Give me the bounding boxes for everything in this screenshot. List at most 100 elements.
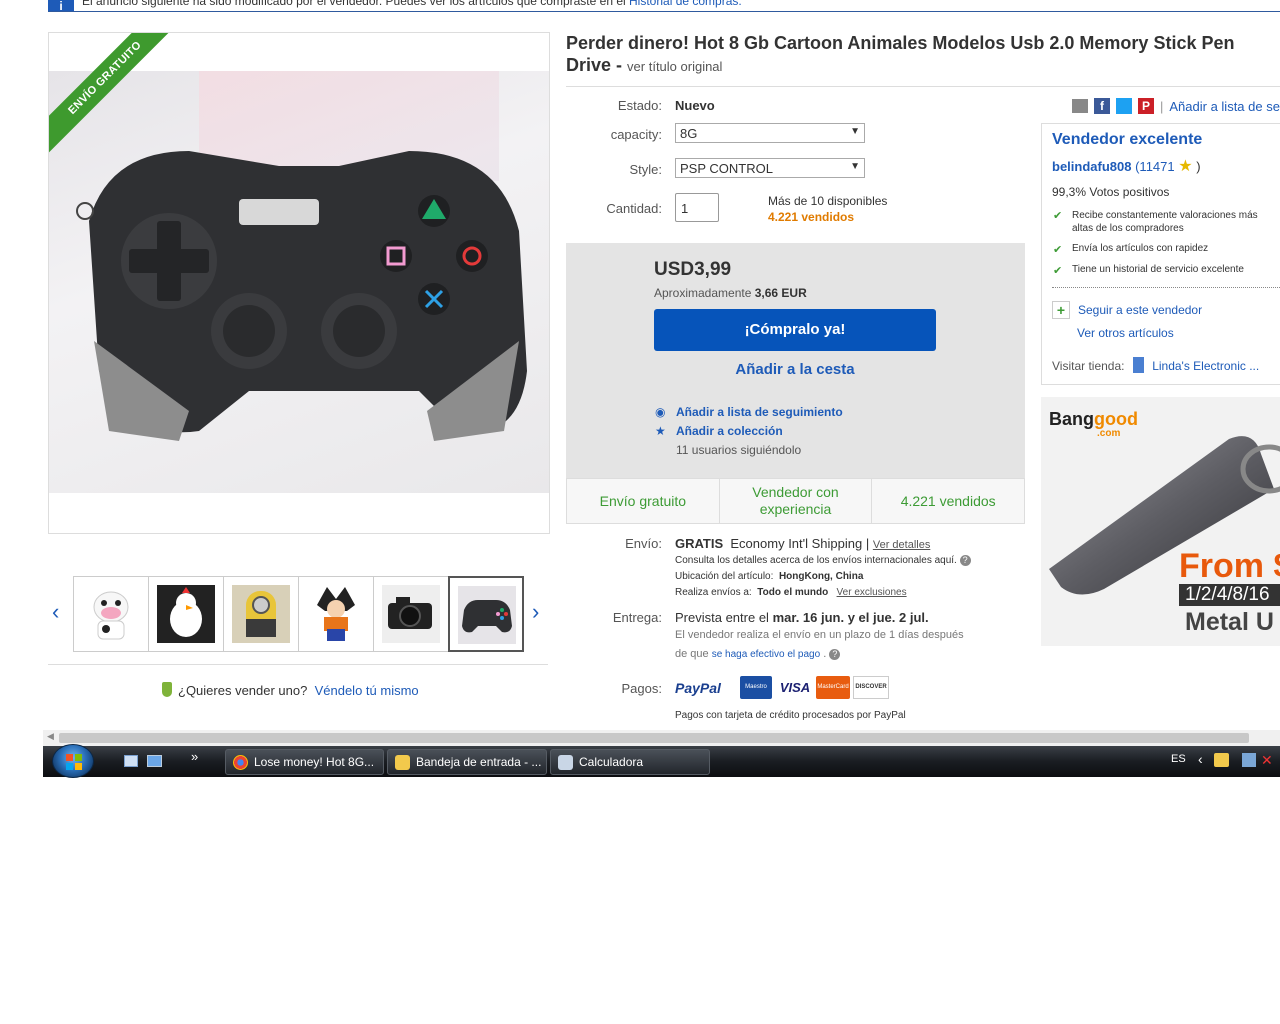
shipping-summary: GRATIS Economy Int'l Shipping | Ver deta… bbox=[675, 536, 931, 551]
feedback-star-icon: ★ bbox=[1178, 158, 1193, 175]
shipping-details-link[interactable]: Ver detalles bbox=[873, 539, 930, 551]
volume-muted-icon[interactable]: ✕ bbox=[1261, 752, 1273, 769]
seller-point: Envía los artículos con rapidez bbox=[1072, 243, 1209, 254]
camera-thumbnail-image bbox=[382, 585, 440, 643]
divider bbox=[48, 664, 548, 665]
tray-expand-icon[interactable]: ‹ bbox=[1198, 751, 1203, 767]
payment-effective-link[interactable]: se haga efectivo el pago bbox=[712, 649, 820, 660]
start-button[interactable] bbox=[52, 744, 94, 778]
check-icon: ✔ bbox=[1053, 244, 1063, 256]
maestro-icon: Maestro bbox=[740, 676, 772, 699]
thumbnail-chicken[interactable] bbox=[148, 576, 224, 652]
feedback-score-link[interactable]: (11471 bbox=[1135, 159, 1175, 174]
thumbnail-minion[interactable] bbox=[223, 576, 299, 652]
seller-point: Tiene un historial de servicio excelente bbox=[1072, 264, 1244, 275]
thumb-next-icon[interactable]: › bbox=[532, 601, 539, 623]
notice-text: El anuncio siguiente ha sido modificado … bbox=[82, 0, 742, 8]
purchase-history-link[interactable]: Historial de compras. bbox=[629, 0, 742, 8]
thumbnail-controller[interactable] bbox=[448, 576, 524, 652]
cow-thumbnail-image bbox=[93, 591, 129, 640]
product-photo bbox=[49, 71, 549, 493]
switch-windows-icon[interactable] bbox=[147, 755, 162, 767]
price: USD3,99 bbox=[654, 259, 732, 280]
quantity-input[interactable]: 1 bbox=[675, 193, 719, 222]
horizontal-scrollbar[interactable]: ◀ bbox=[43, 730, 1280, 746]
watchers-count: 11 usuarios siguiéndolo bbox=[676, 443, 802, 457]
discover-icon: DISCOVER bbox=[853, 676, 889, 699]
condition-label: Estado: bbox=[617, 98, 662, 113]
language-indicator[interactable]: ES bbox=[1171, 753, 1186, 765]
intl-shipping-note: Consulta los detalles acerca de los enví… bbox=[675, 555, 971, 566]
facebook-icon[interactable]: f bbox=[1094, 98, 1110, 114]
sell-yourself-link[interactable]: Véndelo tú mismo bbox=[315, 683, 419, 698]
highlights-bar: Envío gratuito Vendedor con experiencia … bbox=[566, 478, 1025, 524]
divider bbox=[566, 86, 1280, 87]
style-label: Style: bbox=[629, 162, 662, 177]
thumbnail-goku[interactable] bbox=[298, 576, 374, 652]
pinterest-icon[interactable]: P bbox=[1138, 98, 1154, 114]
help-icon[interactable]: ? bbox=[959, 555, 971, 566]
store-icon bbox=[1132, 357, 1144, 373]
calculator-icon bbox=[558, 755, 573, 770]
task-inbox[interactable]: Bandeja de entrada - ... bbox=[387, 749, 547, 775]
positive-feedback: 99,3% Votos positivos bbox=[1052, 185, 1170, 199]
quantity-label: Cantidad: bbox=[606, 201, 662, 216]
add-to-watchlist-link[interactable]: Añadir a lista de seguimiento bbox=[676, 405, 843, 419]
item-location: Ubicación del artículo: HongKong, China bbox=[675, 571, 864, 582]
chicken-thumbnail-image bbox=[157, 585, 215, 643]
ad-metal: Metal U bbox=[1185, 608, 1274, 636]
ships-to: Realiza envíos a: Todo el mundo Ver excl… bbox=[675, 587, 907, 598]
paypal-logo: PayPal bbox=[675, 680, 721, 696]
badge-experienced-seller: Vendedor con experiencia bbox=[720, 479, 873, 523]
mail-icon bbox=[395, 755, 410, 770]
ad-sizes: 1/2/4/8/16 bbox=[1179, 584, 1280, 606]
network-icon[interactable] bbox=[1242, 753, 1256, 767]
thumbnail-camera[interactable] bbox=[373, 576, 449, 652]
follow-plus-icon[interactable]: + bbox=[1052, 301, 1070, 319]
condition-value: Nuevo bbox=[675, 98, 715, 113]
banggood-ad[interactable]: Banggood .com From $2 1/2/4/8/16 Metal U bbox=[1041, 397, 1280, 646]
quicklaunch-overflow-icon[interactable]: » bbox=[191, 749, 198, 764]
price-tag-icon bbox=[162, 682, 172, 697]
divider bbox=[1052, 287, 1280, 288]
check-icon: ✔ bbox=[1053, 265, 1063, 277]
email-icon[interactable] bbox=[1072, 99, 1088, 113]
windows-logo-icon bbox=[66, 754, 82, 770]
add-to-watchlist-top-link[interactable]: Añadir a lista de se bbox=[1169, 99, 1280, 114]
scroll-left-icon[interactable]: ◀ bbox=[47, 731, 54, 742]
seller-name-link[interactable]: belindafu808 bbox=[1052, 159, 1131, 174]
buy-now-button[interactable]: ¡Cómpralo ya! bbox=[654, 309, 936, 351]
chrome-icon bbox=[233, 755, 248, 770]
twitter-icon[interactable] bbox=[1116, 98, 1132, 114]
add-to-cart-button[interactable]: Añadir a la cesta bbox=[654, 361, 936, 378]
show-desktop-icon[interactable] bbox=[124, 755, 138, 767]
scrollbar-thumb[interactable] bbox=[59, 733, 1249, 743]
exclusions-link[interactable]: Ver exclusiones bbox=[837, 587, 907, 598]
capacity-select[interactable]: 8G ▼ bbox=[675, 123, 865, 143]
store-link[interactable]: Linda's Electronic ... bbox=[1152, 359, 1259, 373]
tray-mail-icon[interactable] bbox=[1214, 753, 1229, 767]
style-select[interactable]: PSP CONTROL ▼ bbox=[675, 158, 865, 178]
availability-text: Más de 10 disponibles bbox=[768, 194, 888, 208]
dispatch-note: El vendedor realiza el envío en un plazo… bbox=[675, 629, 964, 641]
dropdown-arrow-icon: ▼ bbox=[850, 161, 860, 172]
thumbnail-cow[interactable] bbox=[73, 576, 149, 652]
share-bar: f P | Añadir a lista de se bbox=[1072, 98, 1280, 114]
payment-note: de que se haga efectivo el pago . ? bbox=[675, 648, 841, 660]
task-calculator[interactable]: Calculadora bbox=[550, 749, 710, 775]
other-items-link[interactable]: Ver otros artículos bbox=[1077, 326, 1174, 340]
thumb-prev-icon[interactable]: ‹ bbox=[52, 601, 59, 623]
follow-seller-link[interactable]: Seguir a este vendedor bbox=[1078, 303, 1202, 317]
dropdown-arrow-icon: ▼ bbox=[850, 126, 860, 137]
see-original-title-link[interactable]: ver título original bbox=[627, 59, 722, 74]
payments-label: Pagos: bbox=[621, 681, 662, 696]
mastercard-icon: MasterCard bbox=[816, 676, 850, 699]
task-chrome[interactable]: Lose money! Hot 8G... bbox=[225, 749, 384, 775]
ad-promo: From $2 bbox=[1179, 547, 1280, 585]
main-product-image[interactable]: ENVÍO GRATUITO bbox=[48, 32, 550, 534]
add-to-collection-link[interactable]: Añadir a colección bbox=[676, 424, 783, 438]
sold-count[interactable]: 4.221 vendidos bbox=[768, 210, 854, 224]
help-icon[interactable]: ? bbox=[829, 649, 841, 660]
controller-illustration bbox=[76, 71, 527, 441]
delivery-label: Entrega: bbox=[612, 610, 662, 625]
